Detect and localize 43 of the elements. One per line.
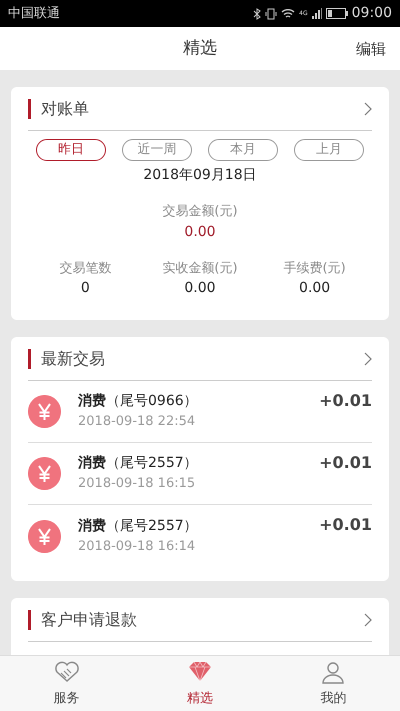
vibrate-icon [265, 8, 278, 20]
section-title[interactable]: 最新交易 [41, 346, 105, 370]
period-tab[interactable]: 本月 [208, 139, 278, 161]
yen-icon [28, 520, 61, 552]
clock-time: 09:00 [352, 4, 392, 23]
tab-button[interactable]: 服务 [52, 658, 81, 708]
tab-button[interactable]: 精选 [186, 658, 214, 708]
stat-value: 0 [80, 279, 91, 298]
yen-icon [28, 395, 61, 428]
transaction-title: 消费（尾号0966） [78, 392, 199, 412]
transaction-amount: +0.01 [319, 390, 372, 412]
transaction-amount: +0.01 [319, 452, 372, 474]
battery-icon [326, 8, 348, 19]
page-title: 精选 [183, 36, 217, 60]
stat-label: 交易笔数 [58, 260, 112, 278]
bluetooth-icon [253, 8, 262, 20]
transaction-title: 消费（尾号2557） [78, 516, 199, 536]
transaction-title: 消费（尾号2557） [78, 454, 199, 474]
period-tab[interactable]: 近一周 [122, 139, 192, 161]
stat-value: 0.00 [183, 279, 217, 298]
amount-value: 0.00 [183, 222, 217, 242]
stat-value: 0.00 [298, 279, 332, 298]
period-tab[interactable]: 昨日 [36, 139, 106, 161]
wifi-icon [281, 8, 296, 19]
signal-icon [312, 8, 322, 19]
chevron-right-icon[interactable] [364, 612, 372, 626]
amount-label: 交易金额(元) [161, 203, 239, 221]
yen-icon [28, 457, 61, 490]
period-tab[interactable]: 上月 [294, 139, 364, 161]
statement-date: 2018年09月18日 [142, 166, 258, 185]
tab-button[interactable]: 我的 [319, 658, 348, 708]
transaction-time: 2018-09-18 16:14 [78, 538, 196, 556]
transaction-time: 2018-09-18 22:54 [78, 413, 196, 432]
chevron-right-icon[interactable] [364, 102, 372, 116]
stat-label: 手续费(元) [282, 260, 347, 278]
transaction-amount: +0.01 [319, 514, 372, 536]
transaction-time: 2018-09-18 16:15 [78, 475, 196, 494]
stat-label: 实收金额(元) [161, 260, 239, 278]
carrier-name: 中国联通 [8, 4, 60, 23]
section-title[interactable]: 对账单 [41, 96, 89, 120]
chevron-right-icon[interactable] [364, 352, 372, 366]
section-title[interactable]: 客户申请退款 [41, 608, 137, 632]
edit-link[interactable]: 编辑 [356, 38, 386, 60]
